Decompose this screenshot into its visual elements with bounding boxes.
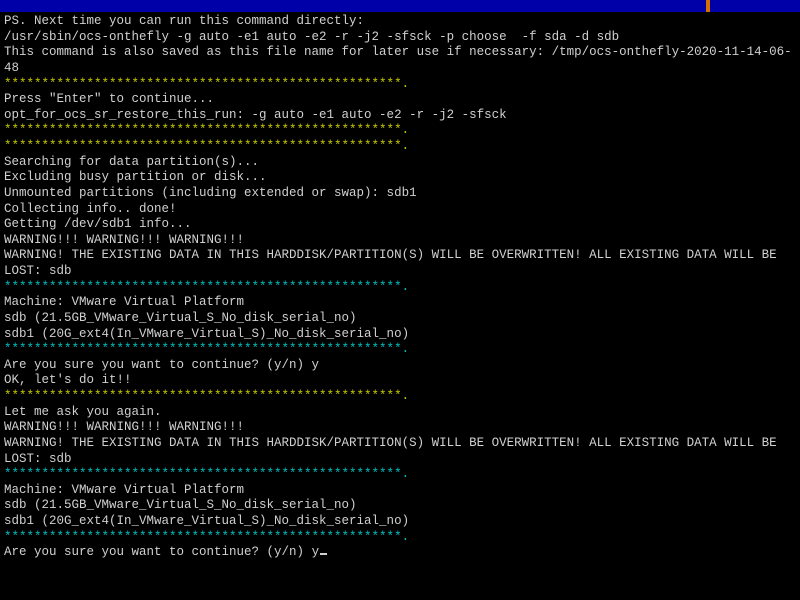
terminal-line: WARNING!!! WARNING!!! WARNING!!! xyxy=(4,233,796,249)
window-titlebar xyxy=(0,0,800,12)
terminal-line: sdb1 (20G_ext4(In_VMware_Virtual_S)_No_d… xyxy=(4,327,796,343)
terminal-line: sdb (21.5GB_VMware_Virtual_S_No_disk_ser… xyxy=(4,311,796,327)
terminal-line: ****************************************… xyxy=(4,389,796,405)
terminal-line: This command is also saved as this file … xyxy=(4,45,796,76)
terminal-line: ****************************************… xyxy=(4,280,796,296)
terminal-line: WARNING! THE EXISTING DATA IN THIS HARDD… xyxy=(4,436,796,467)
terminal-line: Collecting info.. done! xyxy=(4,202,796,218)
prompt-text: Are you sure you want to continue? (y/n) xyxy=(4,545,312,559)
terminal-line: OK, let's do it!! xyxy=(4,373,796,389)
terminal-line: /usr/sbin/ocs-onthefly -g auto -e1 auto … xyxy=(4,30,796,46)
terminal-line: sdb1 (20G_ext4(In_VMware_Virtual_S)_No_d… xyxy=(4,514,796,530)
terminal-line: sdb (21.5GB_VMware_Virtual_S_No_disk_ser… xyxy=(4,498,796,514)
titlebar-indicator xyxy=(706,0,710,12)
terminal-prompt-line[interactable]: Are you sure you want to continue? (y/n)… xyxy=(4,545,796,561)
terminal-line: Machine: VMware Virtual Platform xyxy=(4,483,796,499)
terminal-line: ****************************************… xyxy=(4,123,796,139)
terminal-line: ****************************************… xyxy=(4,530,796,546)
terminal-line: ****************************************… xyxy=(4,139,796,155)
terminal-line: ****************************************… xyxy=(4,77,796,93)
terminal-line: ****************************************… xyxy=(4,467,796,483)
terminal-line: Searching for data partition(s)... xyxy=(4,155,796,171)
terminal-line: Getting /dev/sdb1 info... xyxy=(4,217,796,233)
cursor xyxy=(320,553,327,555)
terminal-line: Are you sure you want to continue? (y/n)… xyxy=(4,358,796,374)
terminal-line: opt_for_ocs_sr_restore_this_run: -g auto… xyxy=(4,108,796,124)
terminal-line: WARNING! THE EXISTING DATA IN THIS HARDD… xyxy=(4,248,796,279)
terminal-line: Excluding busy partition or disk... xyxy=(4,170,796,186)
terminal-line: PS. Next time you can run this command d… xyxy=(4,14,796,30)
terminal-line: Press "Enter" to continue... xyxy=(4,92,796,108)
terminal-line: Let me ask you again. xyxy=(4,405,796,421)
terminal-line: Unmounted partitions (including extended… xyxy=(4,186,796,202)
prompt-input[interactable]: y xyxy=(312,545,320,559)
terminal-line: WARNING!!! WARNING!!! WARNING!!! xyxy=(4,420,796,436)
terminal-line: ****************************************… xyxy=(4,342,796,358)
terminal-line: Machine: VMware Virtual Platform xyxy=(4,295,796,311)
terminal-output[interactable]: PS. Next time you can run this command d… xyxy=(0,12,800,563)
